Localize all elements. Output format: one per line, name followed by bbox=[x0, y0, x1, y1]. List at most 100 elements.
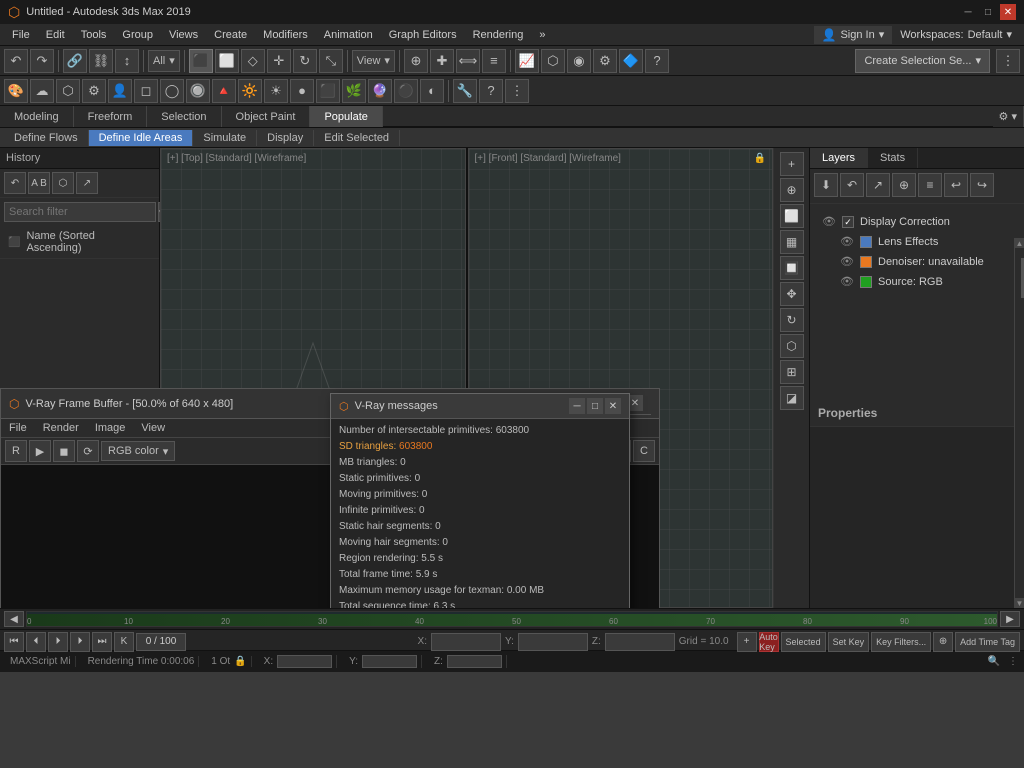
vp-tool-fov[interactable]: ⬡ bbox=[780, 334, 804, 358]
lp-btn1[interactable]: ↶ bbox=[4, 172, 26, 194]
fb-menu-view[interactable]: View bbox=[133, 419, 173, 437]
script-label[interactable]: MAXScript Mi bbox=[10, 656, 71, 667]
bind-button[interactable]: ↕ bbox=[115, 49, 139, 73]
stab-simulate[interactable]: Simulate bbox=[193, 130, 257, 146]
right-icon-add[interactable]: ⊕ bbox=[892, 173, 916, 197]
tb2-btn19[interactable]: ? bbox=[479, 79, 503, 103]
tb2-btn17[interactable]: ◐ bbox=[420, 79, 444, 103]
maximize-button[interactable]: □ bbox=[980, 4, 996, 20]
undo-button[interactable]: ↶ bbox=[4, 49, 28, 73]
eye-icon-denoiser[interactable]: 👁 bbox=[840, 255, 854, 269]
tb2-btn14[interactable]: 🌿 bbox=[342, 79, 366, 103]
tb2-btn13[interactable]: ⬛ bbox=[316, 79, 340, 103]
menu-graph-editors[interactable]: Graph Editors bbox=[381, 27, 465, 43]
fb-btn-refresh[interactable]: ⟳ bbox=[77, 440, 99, 462]
tb2-btn5[interactable]: 👤 bbox=[108, 79, 132, 103]
scroll-down-button[interactable]: ▼ bbox=[1015, 598, 1024, 608]
mirror-button[interactable]: ⟺ bbox=[456, 49, 480, 73]
lp-btn3[interactable]: ⬡ bbox=[52, 172, 74, 194]
tb2-extra[interactable]: ⋮ bbox=[505, 79, 529, 103]
fb-btn-render[interactable]: R bbox=[5, 440, 27, 462]
menu-tools[interactable]: Tools bbox=[73, 27, 115, 43]
z-status-input[interactable] bbox=[447, 655, 502, 668]
fb-menu-render[interactable]: Render bbox=[35, 419, 87, 437]
tb2-btn6[interactable]: ◻ bbox=[134, 79, 158, 103]
tb2-btn12[interactable]: ● bbox=[290, 79, 314, 103]
vp-tool-rotate[interactable]: ↻ bbox=[780, 308, 804, 332]
plus-button[interactable]: ✚ bbox=[430, 49, 454, 73]
y-status-input[interactable] bbox=[362, 655, 417, 668]
right-icon-undo[interactable]: ↶ bbox=[840, 173, 864, 197]
status-search-icon[interactable]: 🔍 bbox=[988, 656, 1000, 667]
anim-play[interactable]: ⏵ bbox=[48, 632, 68, 652]
auto-key-button[interactable]: Auto Key bbox=[759, 632, 779, 652]
menu-views[interactable]: Views bbox=[161, 27, 206, 43]
select-and-move[interactable]: ✛ bbox=[267, 49, 291, 73]
fb-menu-file[interactable]: File bbox=[1, 419, 35, 437]
unlink-button[interactable]: ⛓ bbox=[89, 49, 113, 73]
tab-selection[interactable]: Selection bbox=[147, 106, 221, 127]
anim-next-frame[interactable]: ⏵ bbox=[70, 632, 90, 652]
workspace-dropdown-icon[interactable]: ▾ bbox=[1006, 28, 1012, 41]
anim-prev-frame[interactable]: ⏴ bbox=[26, 632, 46, 652]
menu-modifiers[interactable]: Modifiers bbox=[255, 27, 316, 43]
vray-messages-minimize[interactable]: ─ bbox=[569, 398, 585, 414]
right-icon-back[interactable]: ↩ bbox=[944, 173, 968, 197]
tb2-btn4[interactable]: ⚙ bbox=[82, 79, 106, 103]
stab-define-flows[interactable]: Define Flows bbox=[4, 130, 89, 146]
redo-button[interactable]: ↷ bbox=[30, 49, 54, 73]
extra-button[interactable]: ⋮ bbox=[996, 49, 1020, 73]
menu-file[interactable]: File bbox=[4, 27, 38, 43]
add-time-tag-button[interactable]: Add Time Tag bbox=[955, 632, 1020, 652]
timeline-left-btn[interactable]: ◀ bbox=[4, 611, 24, 627]
stab-define-idle-areas[interactable]: Define Idle Areas bbox=[89, 130, 194, 146]
tb2-btn2[interactable]: ☁ bbox=[30, 79, 54, 103]
tb2-btn8[interactable]: 🔘 bbox=[186, 79, 210, 103]
menu-rendering[interactable]: Rendering bbox=[465, 27, 532, 43]
lasso-button[interactable]: ◇ bbox=[241, 49, 265, 73]
lp-btn4[interactable]: ↗ bbox=[76, 172, 98, 194]
anim-key-mode[interactable]: K bbox=[114, 632, 134, 652]
fb-btn-c[interactable]: C bbox=[633, 440, 655, 462]
right-icon-link[interactable]: ↗ bbox=[866, 173, 890, 197]
tab-modeling[interactable]: Modeling bbox=[0, 106, 74, 127]
anim-extra1[interactable]: ⊕ bbox=[933, 632, 953, 652]
tb2-btn3[interactable]: ⬡ bbox=[56, 79, 80, 103]
search-input[interactable] bbox=[4, 202, 156, 222]
checkbox-display-correction[interactable] bbox=[842, 216, 854, 228]
anim-goto-start[interactable]: ⏮ bbox=[4, 632, 24, 652]
menu-more[interactable]: » bbox=[531, 27, 553, 43]
tb2-btn10[interactable]: 🔆 bbox=[238, 79, 262, 103]
vp-tool-plus[interactable]: + bbox=[780, 152, 804, 176]
tab-populate[interactable]: Populate bbox=[310, 106, 382, 127]
tree-item-lens-effects[interactable]: 👁 Lens Effects bbox=[816, 232, 1018, 252]
stab-edit-selected[interactable]: Edit Selected bbox=[314, 130, 400, 146]
anim-goto-end[interactable]: ⏭ bbox=[92, 632, 112, 652]
set-key-button[interactable]: Set Key bbox=[828, 632, 870, 652]
sign-in-button[interactable]: 👤 Sign In ▾ bbox=[814, 26, 893, 44]
minimize-button[interactable]: ─ bbox=[960, 4, 976, 20]
tb2-btn18[interactable]: 🔧 bbox=[453, 79, 477, 103]
filter-dropdown[interactable]: All ▾ bbox=[148, 50, 180, 72]
tab-object-paint[interactable]: Object Paint bbox=[222, 106, 311, 127]
key-filters-button[interactable]: Key Filters... bbox=[871, 632, 931, 652]
vray-messages-close[interactable]: ✕ bbox=[605, 398, 621, 414]
eye-icon-source[interactable]: 👁 bbox=[840, 275, 854, 289]
eye-icon-display[interactable]: 👁 bbox=[822, 215, 836, 229]
schematic-button[interactable]: ⬡ bbox=[541, 49, 565, 73]
select-region-button[interactable]: ⬜ bbox=[215, 49, 239, 73]
fb-color-dropdown[interactable]: RGB color ▾ bbox=[101, 441, 175, 461]
frame-input[interactable] bbox=[136, 633, 186, 651]
x-coord-input[interactable] bbox=[431, 633, 501, 651]
fb-btn-play[interactable]: ▶ bbox=[29, 440, 51, 462]
menu-edit[interactable]: Edit bbox=[38, 27, 73, 43]
render-button[interactable]: 🔷 bbox=[619, 49, 643, 73]
material-button[interactable]: ◉ bbox=[567, 49, 591, 73]
rotate-button[interactable]: ↻ bbox=[293, 49, 317, 73]
close-button[interactable]: ✕ bbox=[1000, 4, 1016, 20]
create-selection-button[interactable]: Create Selection Se... ▾ bbox=[855, 49, 990, 73]
vp-tool-orbit[interactable]: ⊕ bbox=[780, 178, 804, 202]
vp-tool-zoom[interactable]: 🔲 bbox=[780, 256, 804, 280]
tab-settings[interactable]: ⚙ ▾ bbox=[993, 106, 1024, 127]
help-button[interactable]: ? bbox=[645, 49, 669, 73]
